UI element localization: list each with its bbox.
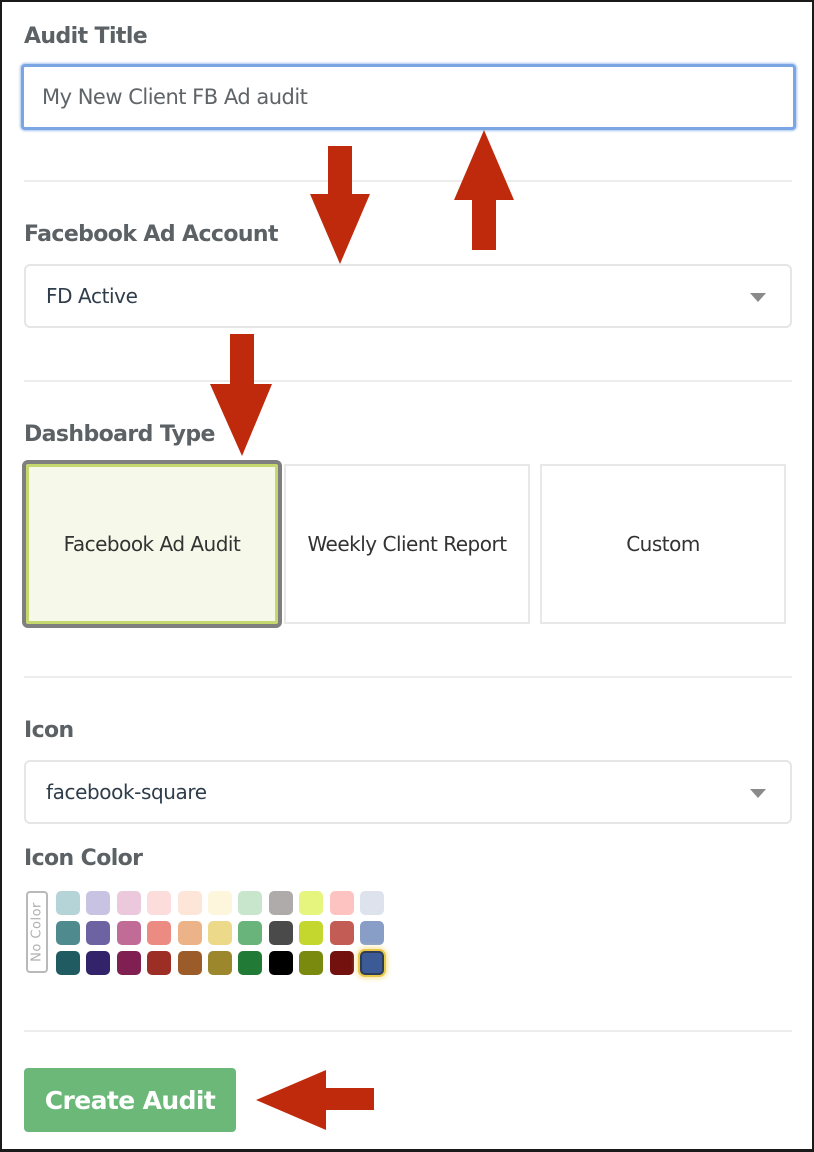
color-swatch[interactable]: [238, 951, 263, 975]
arrow-shape: [256, 1070, 374, 1130]
color-swatch[interactable]: [56, 891, 80, 915]
divider: [24, 180, 792, 182]
annotation-arrow-up-icon: [454, 130, 514, 250]
color-swatch[interactable]: [268, 921, 293, 945]
color-swatch[interactable]: [329, 951, 354, 975]
divider: [24, 380, 792, 382]
chevron-down-icon: [750, 789, 766, 798]
dashboard-type-option-label: Custom: [626, 532, 700, 556]
chevron-down-icon: [750, 293, 766, 302]
ad-account-select[interactable]: FD Active: [24, 264, 792, 328]
color-swatch[interactable]: [360, 891, 384, 915]
color-swatch[interactable]: [86, 921, 111, 945]
dashboard-type-facebook-ad-audit[interactable]: Facebook Ad Audit: [22, 460, 282, 628]
divider: [24, 1030, 792, 1032]
arrow-shape: [210, 334, 272, 456]
audit-title-label: Audit Title: [24, 24, 148, 49]
dashboard-type-weekly-client-report[interactable]: Weekly Client Report: [284, 464, 530, 624]
color-swatch[interactable]: [116, 921, 141, 945]
color-swatch[interactable]: [147, 921, 172, 945]
dashboard-type-custom[interactable]: Custom: [540, 464, 786, 624]
color-swatch[interactable]: [86, 951, 111, 975]
annotation-arrow-down-icon: [210, 334, 272, 456]
ad-account-label: Facebook Ad Account: [24, 222, 279, 247]
color-swatch[interactable]: [208, 951, 232, 975]
color-swatch[interactable]: [177, 891, 202, 915]
icon-label: Icon: [24, 718, 74, 743]
color-swatch[interactable]: [177, 921, 202, 945]
color-swatch[interactable]: [86, 891, 111, 915]
arrow-shape: [310, 146, 370, 264]
dashboard-type-option-label: Weekly Client Report: [307, 532, 507, 556]
no-color-label: No Color: [29, 902, 45, 962]
color-swatch[interactable]: [299, 921, 324, 945]
color-swatch[interactable]: [147, 951, 172, 975]
color-swatch[interactable]: [116, 951, 141, 975]
color-swatch[interactable]: [238, 921, 263, 945]
icon-color-label: Icon Color: [24, 846, 143, 871]
dashboard-type-label: Dashboard Type: [24, 422, 215, 447]
color-swatch[interactable]: [147, 891, 172, 915]
color-swatch[interactable]: [299, 891, 324, 915]
color-swatch[interactable]: [208, 921, 232, 945]
no-color-option[interactable]: No Color: [26, 891, 48, 973]
dashboard-type-option-label: Facebook Ad Audit: [63, 532, 241, 556]
color-swatch[interactable]: [268, 891, 293, 915]
annotation-arrow-left-icon: [256, 1070, 374, 1130]
color-swatch[interactable]: [56, 951, 80, 975]
color-swatch[interactable]: [208, 891, 232, 915]
ad-account-value: FD Active: [46, 284, 138, 308]
color-swatch[interactable]: [238, 891, 263, 915]
color-swatch[interactable]: [360, 951, 384, 975]
color-swatch[interactable]: [360, 921, 384, 945]
annotation-arrow-down-icon: [310, 146, 370, 264]
color-swatch[interactable]: [299, 951, 324, 975]
arrow-shape: [454, 130, 514, 250]
color-swatch[interactable]: [268, 951, 293, 975]
color-swatch[interactable]: [329, 921, 354, 945]
icon-value: facebook-square: [46, 780, 207, 804]
divider: [24, 676, 792, 678]
color-swatch[interactable]: [329, 891, 354, 915]
color-swatch[interactable]: [56, 921, 80, 945]
audit-title-input[interactable]: [21, 64, 796, 130]
color-swatch[interactable]: [177, 951, 202, 975]
color-swatch[interactable]: [116, 891, 141, 915]
create-audit-button[interactable]: Create Audit: [24, 1068, 236, 1132]
icon-select[interactable]: facebook-square: [24, 760, 792, 824]
